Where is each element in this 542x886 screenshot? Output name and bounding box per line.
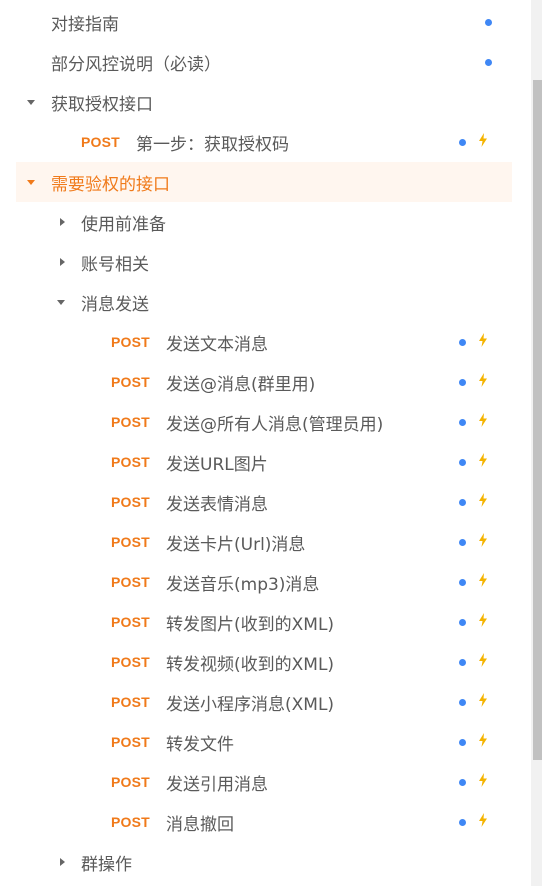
http-method-badge: POST xyxy=(111,374,150,390)
lightning-icon xyxy=(479,333,487,347)
endpoint-label: 发送@消息(群里用) xyxy=(166,374,316,395)
http-method-badge: POST xyxy=(111,534,150,550)
tree-endpoint[interactable]: POST 发送表情消息 xyxy=(0,482,530,522)
endpoint-label: 发送卡片(Url)消息 xyxy=(166,534,306,555)
status-dot-icon xyxy=(459,379,466,386)
http-method-badge: POST xyxy=(111,814,150,830)
status-dot-icon xyxy=(459,539,466,546)
tree-endpoint[interactable]: POST 发送文本消息 xyxy=(0,322,530,362)
tree-endpoint[interactable]: POST 转发文件 xyxy=(0,722,530,762)
endpoint-label: 发送URL图片 xyxy=(166,454,268,475)
endpoint-label: 发送音乐(mp3)消息 xyxy=(166,574,320,595)
endpoint-label: 转发文件 xyxy=(166,734,234,755)
tree-endpoint[interactable]: POST 发送@消息(群里用) xyxy=(0,362,530,402)
lightning-icon xyxy=(479,373,487,387)
lightning-icon xyxy=(479,653,487,667)
status-dot-icon xyxy=(459,459,466,466)
tree-endpoint[interactable]: POST 发送卡片(Url)消息 xyxy=(0,522,530,562)
tree-folder-label: 群操作 xyxy=(81,854,132,875)
endpoint-label: 转发图片(收到的XML) xyxy=(166,614,335,635)
http-method-badge: POST xyxy=(111,574,150,590)
status-dot-icon xyxy=(459,579,466,586)
caret-down-icon[interactable] xyxy=(27,180,35,185)
caret-right-icon[interactable] xyxy=(60,218,65,226)
tree-folder-account[interactable]: 账号相关 xyxy=(0,242,530,282)
tree-folder-label: 需要验权的接口 xyxy=(51,174,170,195)
http-method-badge: POST xyxy=(111,654,150,670)
api-doc-tree: 对接指南 部分风控说明（必读） 获取授权接口 POST 第一步：获取授权码 需要… xyxy=(0,2,530,882)
endpoint-label: 消息撤回 xyxy=(166,814,234,835)
tree-endpoint[interactable]: POST 转发图片(收到的XML) xyxy=(0,602,530,642)
status-dot-icon xyxy=(485,19,492,26)
status-dot-icon xyxy=(459,139,466,146)
lightning-icon xyxy=(479,533,487,547)
http-method-badge: POST xyxy=(111,694,150,710)
tree-item-risk-control[interactable]: 部分风控说明（必读） xyxy=(0,42,530,82)
http-method-badge: POST xyxy=(81,134,120,150)
tree-folder-label: 获取授权接口 xyxy=(51,94,153,115)
status-dot-icon xyxy=(459,739,466,746)
lightning-icon xyxy=(479,693,487,707)
status-dot-icon xyxy=(459,699,466,706)
caret-down-icon[interactable] xyxy=(27,100,35,105)
tree-endpoint[interactable]: POST 消息撤回 xyxy=(0,802,530,842)
lightning-icon xyxy=(479,773,487,787)
endpoint-label: 转发视频(收到的XML) xyxy=(166,654,335,675)
lightning-icon xyxy=(479,493,487,507)
status-dot-icon xyxy=(459,779,466,786)
endpoint-label: 发送@所有人消息(管理员用) xyxy=(166,414,384,435)
tree-folder-label: 账号相关 xyxy=(81,254,149,275)
http-method-badge: POST xyxy=(111,334,150,350)
http-method-badge: POST xyxy=(111,774,150,790)
tree-folder-group-ops[interactable]: 群操作 xyxy=(0,842,530,882)
status-dot-icon xyxy=(485,59,492,66)
tree-endpoint[interactable]: POST 发送URL图片 xyxy=(0,442,530,482)
tree-folder-preparation[interactable]: 使用前准备 xyxy=(0,202,530,242)
tree-item-label: 部分风控说明（必读） xyxy=(51,54,221,75)
lightning-icon xyxy=(479,613,487,627)
lightning-icon xyxy=(479,413,487,427)
tree-folder-label: 消息发送 xyxy=(81,294,149,315)
tree-folder-auth-api[interactable]: 获取授权接口 xyxy=(0,82,530,122)
lightning-icon xyxy=(479,133,487,147)
lightning-icon xyxy=(479,453,487,467)
http-method-badge: POST xyxy=(111,494,150,510)
tree-item-label: 对接指南 xyxy=(51,14,119,35)
http-method-badge: POST xyxy=(111,454,150,470)
tree-endpoint[interactable]: POST 发送音乐(mp3)消息 xyxy=(0,562,530,602)
status-dot-icon xyxy=(459,659,466,666)
tree-endpoint[interactable]: POST 发送@所有人消息(管理员用) xyxy=(0,402,530,442)
tree-folder-auth-required[interactable]: 需要验权的接口 xyxy=(16,162,512,202)
tree-folder-label: 使用前准备 xyxy=(81,214,166,235)
caret-right-icon[interactable] xyxy=(60,258,65,266)
endpoint-label: 发送引用消息 xyxy=(166,774,268,795)
endpoint-label: 发送小程序消息(XML) xyxy=(166,694,335,715)
lightning-icon xyxy=(479,813,487,827)
status-dot-icon xyxy=(459,819,466,826)
caret-right-icon[interactable] xyxy=(60,858,65,866)
status-dot-icon xyxy=(459,619,466,626)
status-dot-icon xyxy=(459,499,466,506)
scrollbar-thumb[interactable] xyxy=(533,80,542,760)
tree-endpoint[interactable]: POST 发送引用消息 xyxy=(0,762,530,802)
status-dot-icon xyxy=(459,419,466,426)
tree-item-integration-guide[interactable]: 对接指南 xyxy=(0,2,530,42)
lightning-icon xyxy=(479,733,487,747)
lightning-icon xyxy=(479,573,487,587)
caret-down-icon[interactable] xyxy=(57,300,65,305)
tree-endpoint-get-auth-code[interactable]: POST 第一步：获取授权码 xyxy=(0,122,530,162)
tree-folder-message-send[interactable]: 消息发送 xyxy=(0,282,530,322)
endpoint-label: 发送表情消息 xyxy=(166,494,268,515)
http-method-badge: POST xyxy=(111,614,150,630)
status-dot-icon xyxy=(459,339,466,346)
http-method-badge: POST xyxy=(111,414,150,430)
tree-endpoint[interactable]: POST 转发视频(收到的XML) xyxy=(0,642,530,682)
endpoint-label: 第一步：获取授权码 xyxy=(136,134,289,155)
tree-endpoint[interactable]: POST 发送小程序消息(XML) xyxy=(0,682,530,722)
http-method-badge: POST xyxy=(111,734,150,750)
endpoint-label: 发送文本消息 xyxy=(166,334,268,355)
